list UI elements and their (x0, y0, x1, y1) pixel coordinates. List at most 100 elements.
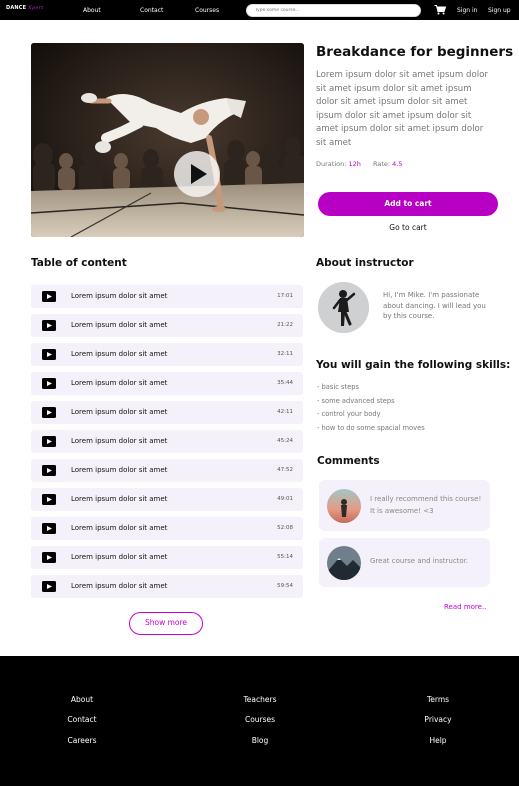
toc-row[interactable]: Lorem ipsum dolor sit amet 42:11 (31, 401, 303, 424)
add-to-cart-button[interactable]: Add to cart (318, 192, 498, 216)
toc-row[interactable]: Lorem ipsum dolor sit amet 59:54 (31, 575, 303, 598)
video-play-icon (42, 320, 56, 331)
toc-row-duration: 35:44 (277, 380, 293, 386)
toc-row[interactable]: Lorem ipsum dolor sit amet 52:08 (31, 517, 303, 540)
skill-item: - some advanced steps (317, 396, 395, 405)
toc-row[interactable]: Lorem ipsum dolor sit amet 49:01 (31, 488, 303, 511)
commenter-photo (327, 489, 361, 523)
toc-row-label: Lorem ipsum dolor sit amet (71, 582, 168, 590)
show-more-button[interactable]: Show more (129, 612, 203, 635)
rate-value: 4.5 (392, 160, 403, 168)
footer-link-contact[interactable]: Contact (67, 715, 96, 724)
course-title: Breakdance for beginners (316, 44, 514, 60)
play-button[interactable] (174, 151, 220, 197)
toc-row-label: Lorem ipsum dolor sit amet (71, 437, 168, 445)
nav-link-about[interactable]: About (83, 7, 101, 14)
video-play-icon (42, 291, 56, 302)
go-to-cart-link[interactable]: Go to cart (318, 223, 498, 232)
nav-link-contact[interactable]: Contact (140, 7, 163, 14)
shopping-cart-icon[interactable] (434, 5, 446, 15)
toc-row-label: Lorem ipsum dolor sit amet (71, 350, 168, 358)
toc-row[interactable]: Lorem ipsum dolor sit amet 45:24 (31, 430, 303, 453)
skills-title: You will gain the following skills: (316, 359, 511, 371)
toc-row-duration: 42:11 (277, 409, 293, 415)
toc-row[interactable]: Lorem ipsum dolor sit amet 47:52 (31, 459, 303, 482)
footer-link-privacy[interactable]: Privacy (424, 715, 451, 724)
breakdancer-image (31, 43, 304, 237)
toc-row-label: Lorem ipsum dolor sit amet (71, 408, 168, 416)
toc-row[interactable]: Lorem ipsum dolor sit amet 21:22 (31, 314, 303, 337)
comment-text: Great course and instructor. (370, 557, 469, 565)
video-play-icon (42, 378, 56, 389)
toc-row-duration: 52:08 (277, 525, 293, 531)
comment-card: I really recommend this course! It is aw… (319, 480, 490, 531)
toc-row[interactable]: Lorem ipsum dolor sit amet 35:44 (31, 372, 303, 395)
instructor-photo (318, 282, 369, 333)
commenter-photo (327, 546, 361, 580)
course-meta: Duration: 12h Rate: 4.5 (316, 160, 403, 168)
toc-row-label: Lorem ipsum dolor sit amet (71, 321, 168, 329)
comment-text: I really recommend this course! It is aw… (370, 495, 482, 515)
video-play-icon (42, 494, 56, 505)
skill-item: - control your body (317, 410, 381, 419)
skill-item: - how to do some spacial moves (317, 423, 425, 432)
toc-row-label: Lorem ipsum dolor sit amet (71, 292, 168, 300)
footer-link-terms[interactable]: Terms (427, 695, 449, 704)
instructor-title: About instructor (316, 257, 414, 269)
toc-row-label: Lorem ipsum dolor sit amet (71, 524, 168, 532)
course-video-thumbnail[interactable] (31, 43, 304, 237)
logo-script: Xpert (28, 5, 44, 11)
commenter-avatar (327, 546, 361, 580)
skills-list: - basic steps - some advanced steps - co… (317, 381, 425, 435)
toc-row-label: Lorem ipsum dolor sit amet (71, 379, 168, 387)
top-nav: DANCEXpert About Contact Courses Sign in… (0, 0, 519, 20)
footer: About Contact Careers Teachers Courses B… (0, 656, 519, 786)
toc-row-duration: 49:01 (277, 496, 293, 502)
nav-link-courses[interactable]: Courses (195, 7, 219, 14)
toc-row-duration: 32:11 (277, 351, 293, 357)
toc-row-duration: 55:14 (277, 554, 293, 560)
skill-item: - basic steps (317, 383, 359, 391)
logo[interactable]: DANCE Xpert (6, 5, 43, 11)
sign-in-link[interactable]: Sign in (457, 7, 477, 14)
toc-row[interactable]: Lorem ipsum dolor sit amet 55:14 (31, 546, 303, 569)
commenter-avatar (327, 489, 361, 523)
video-play-icon (42, 523, 56, 534)
course-description: Lorem ipsum dolor sit amet ipsum dolor s… (316, 70, 488, 148)
search-input[interactable] (246, 4, 421, 17)
toc-row-duration: 17:01 (277, 293, 293, 299)
video-play-icon (42, 407, 56, 418)
footer-link-blog[interactable]: Blog (252, 736, 269, 745)
sign-up-link[interactable]: Sign up (488, 7, 511, 14)
footer-link-about[interactable]: About (71, 695, 93, 704)
video-play-icon (42, 436, 56, 447)
toc-row-label: Lorem ipsum dolor sit amet (71, 495, 168, 503)
footer-link-teachers[interactable]: Teachers (244, 695, 277, 704)
video-play-icon (42, 581, 56, 592)
video-play-icon (42, 465, 56, 476)
video-play-icon (42, 552, 56, 563)
video-play-icon (42, 349, 56, 360)
duration-value: 12h (348, 160, 361, 168)
toc-row-label: Lorem ipsum dolor sit amet (71, 553, 168, 561)
toc-row-duration: 21:22 (277, 322, 293, 328)
toc-row-duration: 59:54 (277, 583, 293, 589)
footer-link-courses[interactable]: Courses (245, 715, 275, 724)
toc-row-duration: 47:52 (277, 467, 293, 473)
toc-row[interactable]: Lorem ipsum dolor sit amet 17:01 (31, 285, 303, 308)
logo-main: DANCE (6, 5, 27, 11)
comments-title: Comments (317, 455, 380, 467)
rate-label: Rate: (372, 160, 391, 168)
read-more-link[interactable]: Read more.. (444, 603, 486, 611)
toc-title: Table of content (31, 257, 127, 269)
footer-link-help[interactable]: Help (429, 736, 446, 745)
footer-link-careers[interactable]: Careers (68, 736, 97, 745)
play-icon (191, 164, 207, 184)
instructor-avatar (318, 282, 369, 333)
toc-row-label: Lorem ipsum dolor sit amet (71, 466, 168, 474)
instructor-bio: Hi, I'm Mike. I'm passionate about danci… (383, 291, 486, 320)
comment-card: Great course and instructor. (319, 538, 490, 587)
toc-row[interactable]: Lorem ipsum dolor sit amet 32:11 (31, 343, 303, 366)
toc-row-duration: 45:24 (277, 438, 293, 444)
toc-list: Lorem ipsum dolor sit amet 17:01 Lorem i… (31, 285, 303, 604)
